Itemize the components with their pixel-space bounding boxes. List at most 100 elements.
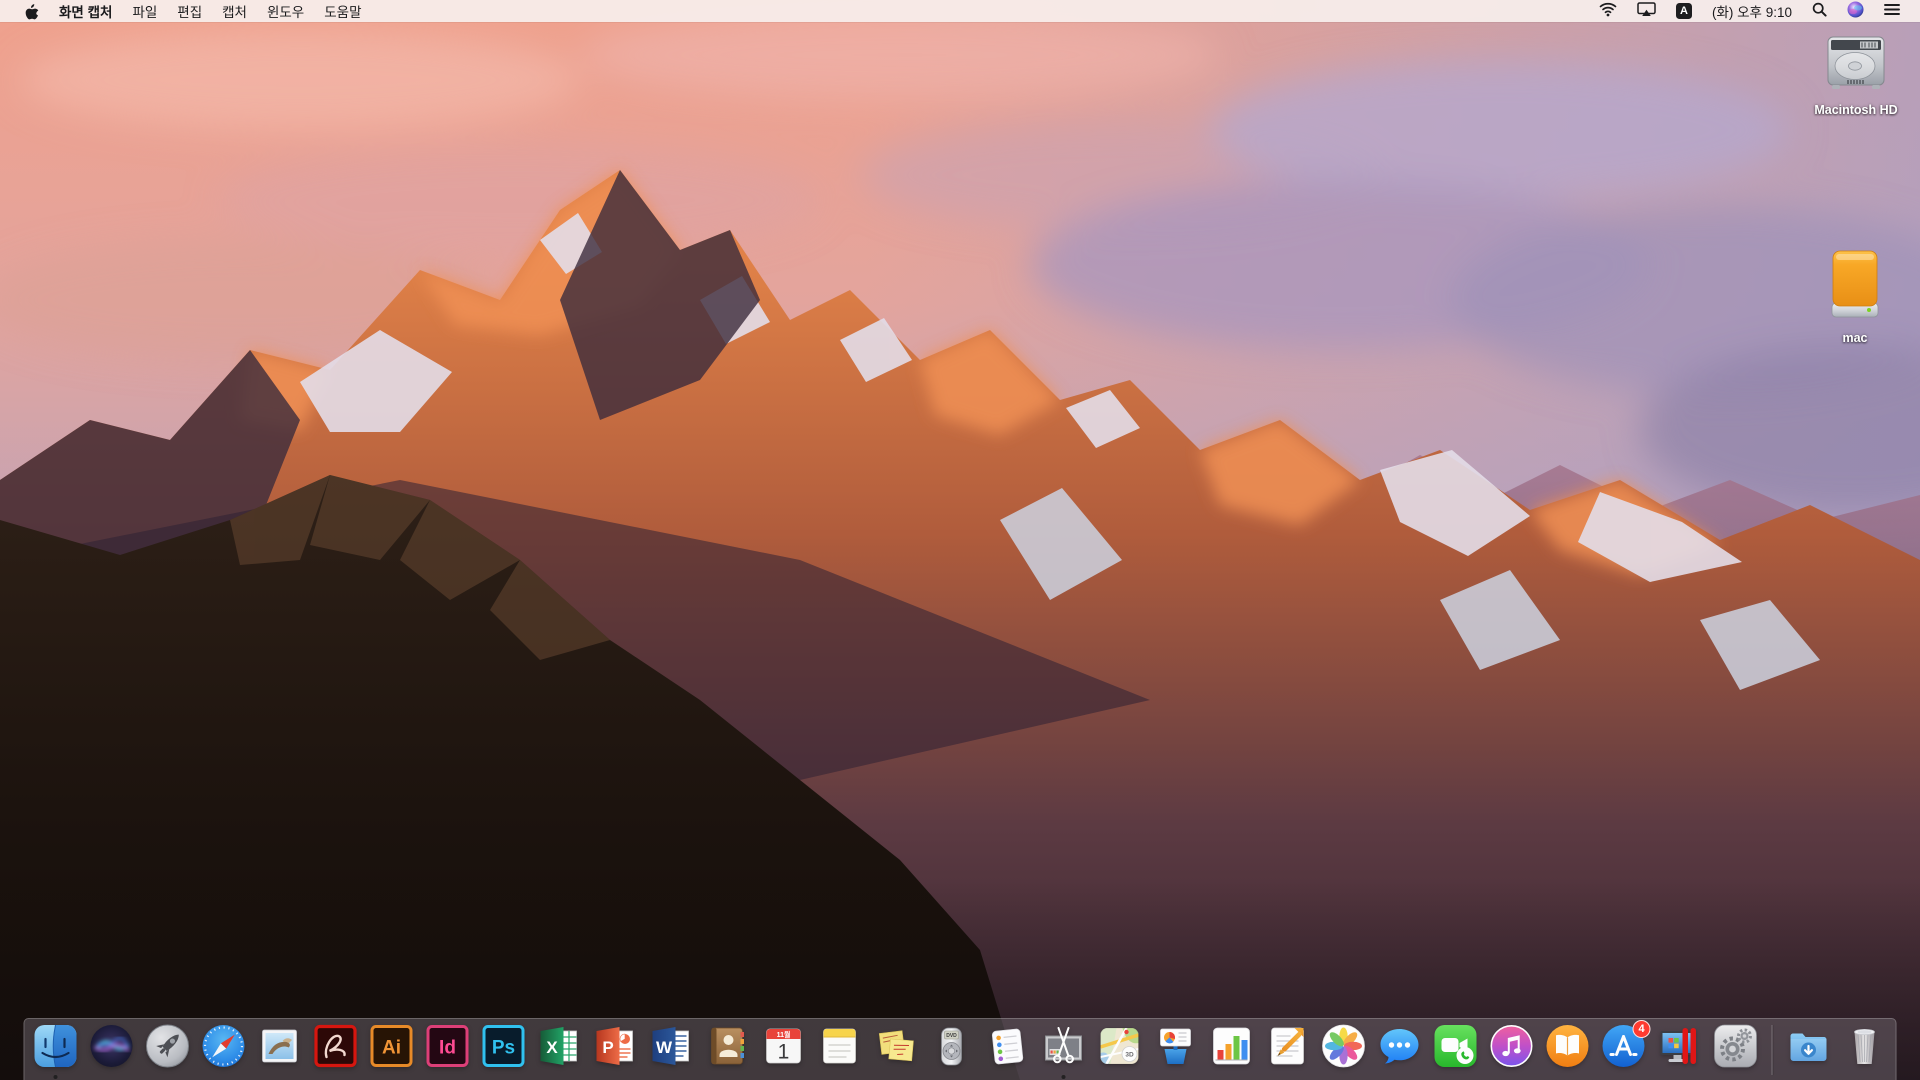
siri-menu[interactable]: [1837, 0, 1874, 22]
system-preferences-icon: [1713, 1023, 1759, 1069]
dock-item-keynote[interactable]: [1153, 1023, 1199, 1080]
desktop-icon-mac[interactable]: mac: [1797, 247, 1913, 345]
indesign-icon: Id: [425, 1023, 471, 1069]
dock-item-ibooks[interactable]: [1545, 1023, 1591, 1080]
apple-icon: [24, 3, 39, 20]
clock-menu[interactable]: (화) 오후 9:10: [1702, 0, 1802, 22]
dock-item-numbers[interactable]: [1209, 1023, 1255, 1080]
wifi-menu[interactable]: [1589, 0, 1627, 22]
calendar-icon: 11월1: [761, 1023, 807, 1069]
acrobat-icon: [313, 1023, 359, 1069]
running-indicator: [54, 1075, 58, 1079]
grab-icon: [1041, 1023, 1087, 1069]
dock-item-excel[interactable]: X: [537, 1023, 583, 1080]
pages-icon: [1265, 1023, 1311, 1069]
itunes-icon: [1489, 1023, 1535, 1069]
dock-item-contacts[interactable]: [705, 1023, 751, 1080]
launchpad-icon: [145, 1023, 191, 1069]
powerpoint-icon: P: [593, 1023, 639, 1069]
photoshop-icon: Ps: [481, 1023, 527, 1069]
numbers-icon: [1209, 1023, 1255, 1069]
desktop-icon-macintosh-hd[interactable]: Macintosh HD: [1798, 33, 1914, 117]
notification-center-menu[interactable]: [1874, 0, 1910, 22]
menu-file[interactable]: 파일: [122, 0, 167, 22]
ibooks-icon: [1545, 1023, 1591, 1069]
menu-app-name-label: 화면 캡처: [59, 1, 112, 21]
apple-menu[interactable]: [14, 0, 49, 22]
dock-item-maps[interactable]: 3D: [1097, 1023, 1143, 1080]
menu-capture[interactable]: 캡처: [212, 0, 257, 22]
menu-bar: 화면 캡처 파일 편집 캡처 윈도우 도움말 A (화) 오후 9:10: [0, 0, 1920, 22]
internal-drive-icon: [1822, 33, 1890, 100]
dock-item-stickies[interactable]: [873, 1023, 919, 1080]
airplay-icon: [1637, 2, 1656, 20]
stickies-icon: [873, 1023, 919, 1069]
dock-item-trash[interactable]: [1842, 1023, 1888, 1080]
desktop-icon-label: Macintosh HD: [1814, 103, 1897, 117]
notification-center-icon: [1884, 3, 1900, 19]
photos-icon: [1321, 1023, 1367, 1069]
svg-text:Ps: Ps: [492, 1038, 515, 1059]
dock-item-photoshop[interactable]: Ps: [481, 1023, 527, 1080]
spotlight-icon: [1812, 2, 1827, 20]
dock-item-system-preferences[interactable]: [1713, 1023, 1759, 1080]
dock-item-itunes[interactable]: [1489, 1023, 1535, 1080]
dock-item-messages[interactable]: [1377, 1023, 1423, 1080]
svg-text:11월: 11월: [777, 1030, 791, 1039]
siri-icon: [89, 1023, 135, 1069]
svg-text:1: 1: [778, 1041, 790, 1064]
dock-item-grab[interactable]: [1041, 1023, 1087, 1080]
desktop-icon-label: mac: [1842, 331, 1867, 345]
dock-item-safari[interactable]: [201, 1023, 247, 1080]
svg-text:Id: Id: [439, 1038, 456, 1059]
maps-icon: 3D: [1097, 1023, 1143, 1069]
dock-item-photos[interactable]: [1321, 1023, 1367, 1080]
dock-item-parallels[interactable]: [1657, 1023, 1703, 1080]
dock-item-dvd-player[interactable]: DVD: [929, 1023, 975, 1080]
dock-item-indesign[interactable]: Id: [425, 1023, 471, 1080]
finder-icon: [33, 1023, 79, 1069]
contacts-icon: [705, 1023, 751, 1069]
dock-item-mail[interactable]: [257, 1023, 303, 1080]
dock-divider: [1772, 1025, 1773, 1075]
dock-item-acrobat[interactable]: [313, 1023, 359, 1080]
dock-item-powerpoint[interactable]: P: [593, 1023, 639, 1080]
running-indicator: [1062, 1075, 1066, 1079]
dock-item-calendar[interactable]: 11월1: [761, 1023, 807, 1080]
dock-item-launchpad[interactable]: [145, 1023, 191, 1080]
dock-item-illustrator[interactable]: Ai: [369, 1023, 415, 1080]
input-source-menu[interactable]: A: [1666, 0, 1702, 22]
dock-item-app-store[interactable]: 4: [1601, 1023, 1647, 1080]
keynote-icon: [1153, 1023, 1199, 1069]
menu-help[interactable]: 도움말: [314, 0, 371, 22]
dock-item-word[interactable]: W: [649, 1023, 695, 1080]
dock-item-notes[interactable]: [817, 1023, 863, 1080]
external-drive-icon: [1821, 247, 1889, 328]
spotlight-menu[interactable]: [1802, 0, 1837, 22]
dock-item-downloads[interactable]: [1786, 1023, 1832, 1080]
svg-text:3D: 3D: [1125, 1052, 1134, 1059]
svg-text:Ai: Ai: [382, 1038, 401, 1059]
menu-edit[interactable]: 편집: [167, 0, 212, 22]
input-source-badge: A: [1676, 3, 1692, 19]
clock-label: (화) 오후 9:10: [1712, 1, 1792, 21]
dock: AiIdPsXPW11월1DVD3D4: [24, 1018, 1897, 1080]
safari-icon: [201, 1023, 247, 1069]
dock-item-finder[interactable]: [33, 1023, 79, 1080]
menu-window[interactable]: 윈도우: [257, 0, 314, 22]
svg-text:W: W: [656, 1038, 673, 1057]
airplay-menu[interactable]: [1627, 0, 1666, 22]
svg-text:P: P: [602, 1038, 613, 1057]
menu-app-name[interactable]: 화면 캡처: [49, 0, 122, 22]
notes-icon: [817, 1023, 863, 1069]
wifi-icon: [1599, 2, 1617, 20]
dock-item-reminders[interactable]: [985, 1023, 1031, 1080]
reminders-icon: [985, 1023, 1031, 1069]
word-icon: W: [649, 1023, 695, 1069]
dock-item-pages[interactable]: [1265, 1023, 1311, 1080]
facetime-icon: [1433, 1023, 1479, 1069]
dvd-player-icon: DVD: [929, 1023, 975, 1069]
wallpaper-sierra-mountain: [0, 0, 1920, 1080]
dock-item-siri[interactable]: [89, 1023, 135, 1080]
dock-item-facetime[interactable]: [1433, 1023, 1479, 1080]
